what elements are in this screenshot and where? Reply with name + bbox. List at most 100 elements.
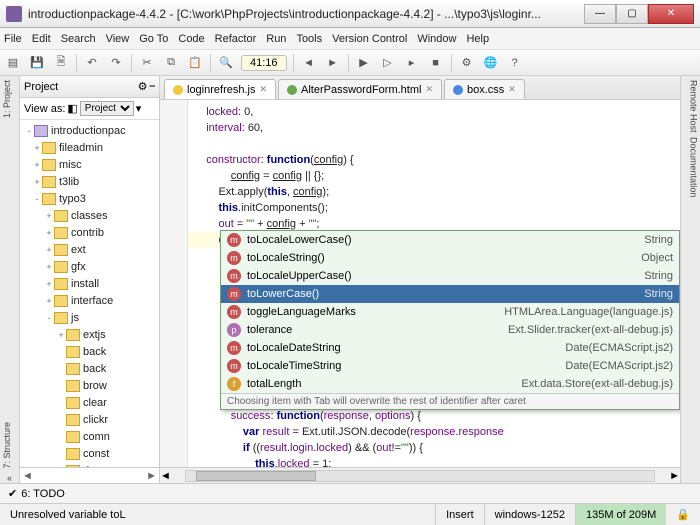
tool-structure[interactable]: 7: Structure <box>2 422 18 469</box>
browser-icon[interactable]: 🌐 <box>482 54 500 72</box>
tree-item[interactable]: +misc <box>20 156 159 173</box>
tree-item[interactable]: back <box>20 343 159 360</box>
completion-item[interactable]: mtoLocaleTimeStringDate(ECMAScript.js2) <box>221 357 679 375</box>
completion-item[interactable]: ptoleranceExt.Slider.tracker(ext-all-deb… <box>221 321 679 339</box>
debug-icon[interactable]: ▷ <box>379 54 397 72</box>
find-icon[interactable]: 🔍 <box>217 54 235 72</box>
maximize-button[interactable]: ▢ <box>616 4 648 24</box>
scroll-thumb[interactable] <box>196 471 316 481</box>
save-all-icon[interactable]: 🗎 <box>52 54 70 72</box>
view-as-select[interactable]: Project <box>80 101 134 116</box>
save-icon[interactable]: 💾 <box>28 54 46 72</box>
paste-icon[interactable]: 📋 <box>186 54 204 72</box>
tree-item[interactable]: brow <box>20 377 159 394</box>
forward-icon[interactable]: ► <box>324 54 342 72</box>
completion-item[interactable]: mtoLocaleString()Object <box>221 249 679 267</box>
completion-item[interactable]: mtoLocaleUpperCase()String <box>221 267 679 285</box>
tool-remote-host[interactable]: Remote Host <box>683 80 699 133</box>
project-hscroll[interactable]: ◄► <box>20 467 159 483</box>
left-tool-gutter: 1: Project 7: Structure « <box>0 76 20 483</box>
file-type-icon <box>287 85 297 95</box>
chevron-down-icon[interactable]: ▾ <box>136 102 142 115</box>
tree-item[interactable]: clear <box>20 394 159 411</box>
menu-goto[interactable]: Go To <box>139 33 168 45</box>
back-icon[interactable]: ◄ <box>300 54 318 72</box>
scroll-right-icon[interactable]: ► <box>669 470 680 482</box>
tool-project[interactable]: 1: Project <box>2 80 18 118</box>
tree-item[interactable]: +ext <box>20 241 159 258</box>
gear-icon[interactable]: ⚙ <box>138 80 148 93</box>
menu-help[interactable]: Help <box>466 33 489 45</box>
tree-item[interactable]: -typo3 <box>20 190 159 207</box>
project-tree[interactable]: -introductionpac+fileadmin+misc+t3lib-ty… <box>20 120 159 467</box>
tree-item[interactable]: +contrib <box>20 224 159 241</box>
status-insert-mode[interactable]: Insert <box>436 504 485 525</box>
menu-file[interactable]: File <box>4 33 22 45</box>
project-panel-title: Project <box>24 81 58 93</box>
tree-item[interactable]: clickr <box>20 411 159 428</box>
menu-run[interactable]: Run <box>266 33 286 45</box>
editor-tab[interactable]: box.css✕ <box>444 79 525 99</box>
menu-refactor[interactable]: Refactor <box>215 33 257 45</box>
code-editor[interactable]: locked: 0, interval: 60, constructor: fu… <box>160 100 680 467</box>
completion-kind-icon: f <box>227 377 241 391</box>
tree-item[interactable]: +gfx <box>20 258 159 275</box>
completion-item[interactable]: ftotalLengthExt.data.Store(ext-all-debug… <box>221 375 679 393</box>
completion-item[interactable]: mtoLocaleDateStringDate(ECMAScript.js2) <box>221 339 679 357</box>
tree-item[interactable]: +t3lib <box>20 173 159 190</box>
settings-icon[interactable]: ⚙ <box>458 54 476 72</box>
open-icon[interactable]: ▤ <box>4 54 22 72</box>
status-encoding[interactable]: windows-1252 <box>485 504 576 525</box>
tree-item[interactable]: +extjs <box>20 326 159 343</box>
toolbar-sep <box>293 54 294 72</box>
redo-icon[interactable]: ↷ <box>107 54 125 72</box>
editor-tab[interactable]: loginrefresh.js✕ <box>164 79 276 99</box>
status-lock-icon[interactable]: 🔒 <box>666 504 700 525</box>
completion-item[interactable]: mtoggleLanguageMarksHTMLArea.Language(la… <box>221 303 679 321</box>
status-memory[interactable]: 135M of 209M <box>576 504 666 525</box>
tree-item[interactable]: +install <box>20 275 159 292</box>
tree-item[interactable]: +interface <box>20 292 159 309</box>
close-button[interactable]: ✕ <box>648 4 694 24</box>
completion-kind-icon: m <box>227 287 241 301</box>
tool-documentation[interactable]: Documentation <box>683 137 699 198</box>
collapse-icon[interactable]: ⎯ <box>150 80 156 93</box>
scroll-track[interactable] <box>185 470 655 482</box>
menu-window[interactable]: Window <box>417 33 456 45</box>
minimize-button[interactable]: — <box>584 4 616 24</box>
undo-icon[interactable]: ↶ <box>83 54 101 72</box>
stop-icon[interactable]: ■ <box>427 54 445 72</box>
completion-item[interactable]: mtoLocaleLowerCase()String <box>221 231 679 249</box>
tree-item[interactable]: +fileadmin <box>20 139 159 156</box>
help-icon[interactable]: ? <box>506 54 524 72</box>
tree-item[interactable]: back <box>20 360 159 377</box>
tree-item[interactable]: -js <box>20 309 159 326</box>
editor-tab[interactable]: AlterPasswordForm.html✕ <box>278 79 442 99</box>
completion-item[interactable]: mtoLowerCase()String <box>221 285 679 303</box>
editor-hscroll[interactable]: ◄ ► <box>160 467 680 483</box>
run-icon[interactable]: ▸ <box>403 54 421 72</box>
menu-search[interactable]: Search <box>61 33 96 45</box>
tree-item[interactable]: const <box>20 445 159 462</box>
menu-vcs[interactable]: Version Control <box>332 33 407 45</box>
tool-collapse-icon[interactable]: « <box>2 473 18 483</box>
close-tab-icon[interactable]: ✕ <box>425 84 433 95</box>
todo-icon[interactable]: ✔ <box>8 487 17 500</box>
completion-popup[interactable]: mtoLocaleLowerCase()StringmtoLocaleStrin… <box>220 230 680 410</box>
tree-item[interactable]: +classes <box>20 207 159 224</box>
menu-tools[interactable]: Tools <box>296 33 322 45</box>
cut-icon[interactable]: ✂ <box>138 54 156 72</box>
close-tab-icon[interactable]: ✕ <box>508 84 516 95</box>
window-title: introductionpackage-4.4.2 - [C:\work\Php… <box>28 7 584 21</box>
menu-edit[interactable]: Edit <box>32 33 51 45</box>
tree-item[interactable]: -introductionpac <box>20 122 159 139</box>
build-icon[interactable]: ▶ <box>355 54 373 72</box>
position-indicator[interactable]: 41:16 <box>241 55 287 71</box>
copy-icon[interactable]: ⧉ <box>162 54 180 72</box>
scroll-left-icon[interactable]: ◄ <box>160 470 171 482</box>
menu-view[interactable]: View <box>106 33 130 45</box>
tree-item[interactable]: comn <box>20 428 159 445</box>
menu-code[interactable]: Code <box>178 33 204 45</box>
close-tab-icon[interactable]: ✕ <box>259 84 267 95</box>
todo-label[interactable]: 6: TODO <box>21 488 65 500</box>
